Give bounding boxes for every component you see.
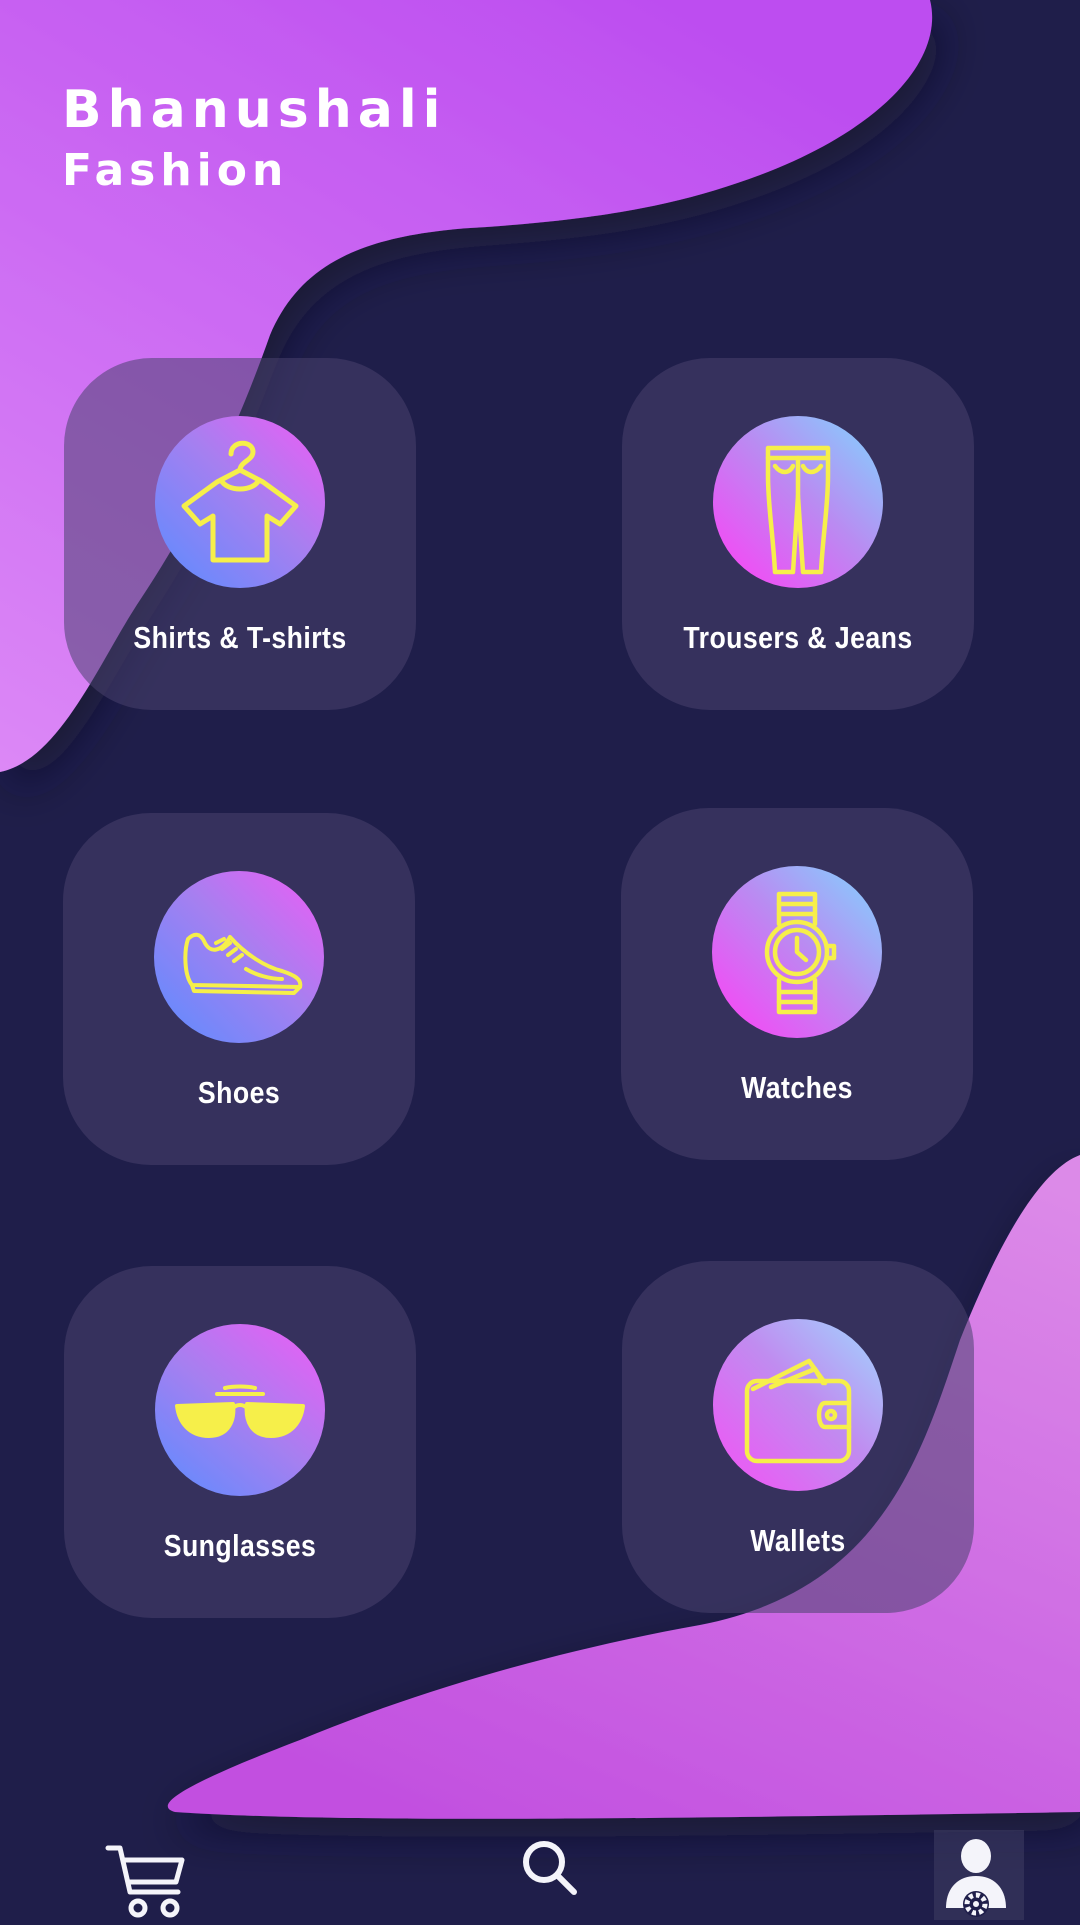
brand-title-line1: Bhanushali [62,80,447,140]
search-icon [523,1841,577,1895]
category-badge [712,866,882,1038]
wristwatch-icon [764,891,837,1015]
category-badge [155,416,325,588]
category-badge [154,871,324,1043]
category-card-sunglasses[interactable]: Sunglasses [64,1266,416,1618]
category-label: Shirts & T-shirts [133,620,347,655]
category-label: Trousers & Jeans [683,620,913,655]
category-card-shirts[interactable]: Shirts & T-shirts [64,358,416,710]
sneaker-icon [183,932,303,995]
trousers-icon [765,445,831,575]
category-label: Shoes [197,1075,281,1110]
hanger-shirt-icon [181,440,299,563]
category-label: Watches [741,1070,853,1105]
user-settings-icon [946,1839,1006,1917]
brand-title: Bhanushali Fashion [62,78,447,200]
profile-settings-button[interactable] [934,1830,1024,1920]
category-label: Sunglasses [163,1528,317,1563]
category-card-wallets[interactable]: Wallets [622,1261,974,1613]
category-card-trousers[interactable]: Trousers & Jeans [622,358,974,710]
category-card-shoes[interactable]: Shoes [63,813,415,1165]
bottom-navbar [0,1830,1080,1920]
search-button[interactable] [506,1830,596,1920]
wallet-icon [744,1358,852,1464]
cart-icon [105,1845,185,1918]
category-card-watches[interactable]: Watches [621,808,973,1160]
category-label: Wallets [750,1523,846,1558]
cart-button[interactable] [102,1830,192,1920]
brand-title-line2: Fashion [62,145,289,196]
category-badge [713,416,883,588]
sunglasses-icon [175,1384,305,1438]
category-badge [155,1324,325,1496]
category-badge [713,1319,883,1491]
